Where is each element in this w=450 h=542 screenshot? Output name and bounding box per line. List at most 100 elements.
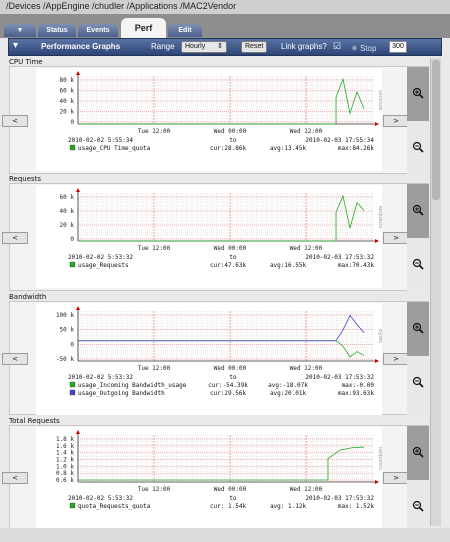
total-requests-graph[interactable]: 1.8 k 1.6 k 1.4 k 1.2 k 1.0 k 0.8 k 0.6 k Tue 1…: [36, 427, 382, 530]
legend-cur: cur:29.56k: [210, 390, 247, 397]
x-tick-label: Wed 12:00: [290, 245, 323, 252]
bandwidth-zoom-out-button[interactable]: [407, 356, 429, 410]
legend-swatch: [69, 144, 76, 151]
x-tick-label: Tue 12:00: [138, 486, 171, 493]
tab-events[interactable]: Events: [78, 24, 118, 37]
tab-bar: ▼ Status Events Perf Edit: [0, 14, 450, 38]
reset-button[interactable]: Reset: [241, 41, 268, 53]
select-arrows-icon: ⇕: [217, 43, 223, 50]
x-axis-arrow: [375, 122, 379, 126]
y-axis-arrow: [76, 430, 80, 434]
y-tick-label: 0: [70, 341, 74, 348]
requests-graph-panel: < >60 k 40 k 20 k 0 Tue 12:00 Wed 00:00 Wed 12:…: [2, 183, 429, 292]
range-end-text: 2010-02-03 17:55:34: [305, 137, 374, 144]
total-requests-zoom-in-button[interactable]: [407, 426, 429, 480]
tab-status[interactable]: Status: [38, 24, 76, 37]
legend-avg: avg:13.45k: [270, 145, 307, 152]
zoom-in-icon: [412, 87, 424, 99]
requests-zoom-controls: [407, 184, 429, 292]
range-select[interactable]: Hourly ⇕: [181, 41, 227, 53]
range-end-text: 2010-02-03 17:53:32: [305, 495, 374, 502]
legend-cur: cur:47.63k: [210, 262, 247, 269]
range-start-text: 2010-02-02 5:53:32: [68, 374, 133, 381]
scroll-thumb[interactable]: [432, 60, 440, 200]
x-tick-label: Tue 12:00: [138, 128, 171, 135]
cpu-time-graph[interactable]: 80 k 60 k 40 k 20 k 0 Tue 12:00 Wed 00:00 Wed 1…: [36, 68, 382, 171]
cpu-time-graph-panel: < >80 k 60 k 40 k 20 k 0 Tue 12:00 Wed 00:00 Wed…: [2, 66, 429, 175]
y-axis-arrow: [76, 306, 80, 310]
requests-prev-button[interactable]: <: [2, 232, 28, 244]
bandwidth-graph-panel: < >100 k 50 k 0 -50 k Tue 12:00 Wed 00:00 Wed 1…: [2, 301, 429, 416]
range-end-text: 2010-02-03 17:53:32: [305, 374, 374, 381]
requests-next-button[interactable]: >: [383, 232, 409, 244]
total-requests-next-button[interactable]: >: [383, 472, 409, 484]
cpu-time-section-title: CPU Time: [9, 58, 43, 66]
range-select-value: Hourly: [185, 43, 206, 50]
cpu-time-zoom-controls: [407, 67, 429, 175]
legend-max: max:70.43k: [338, 262, 375, 269]
x-tick-label: Wed 00:00: [214, 128, 247, 135]
bandwidth-zoom-in-button[interactable]: [407, 302, 429, 356]
y-tick-label: 80 k: [60, 77, 75, 84]
plot-area: [78, 435, 374, 482]
range-start-text: 2010-02-02 5:53:32: [68, 495, 133, 502]
zoom-out-icon: [412, 500, 424, 512]
y-tick-label: 50 k: [60, 327, 75, 334]
range-start-text: 2010-02-02 5:55:34: [68, 137, 133, 144]
y-tick-label: 40 k: [60, 208, 75, 215]
stop-label: Stop: [359, 44, 377, 53]
legend-max: max:-0.00: [341, 382, 374, 389]
x-axis-arrow: [375, 480, 379, 484]
legend-cur: cur: 1.54k: [210, 503, 247, 510]
requests-graph-svg: 60 k 40 k 20 k 0 Tue 12:00 Wed 00:00 Wed 12:00…: [60, 188, 382, 269]
y-tick-label: 20 k: [60, 222, 75, 229]
y-tick-label: 20 k: [60, 109, 75, 116]
tab-edit[interactable]: Edit: [168, 24, 202, 37]
performance-toolbar: ▾ Performance Graphs Range Hourly ⇕ Rese…: [8, 38, 442, 56]
legend-avg: avg:16.55k: [270, 262, 307, 269]
x-tick-label: Wed 12:00: [290, 365, 323, 372]
cpu-time-zoom-in-button[interactable]: [407, 67, 429, 121]
breadcrumb[interactable]: /Devices /AppEngine /chudler /Applicatio…: [0, 0, 450, 14]
legend-max: max:84.26k: [338, 145, 375, 152]
refresh-interval-input[interactable]: 300: [389, 41, 407, 53]
stop-button[interactable]: ✳ Stop: [351, 44, 376, 53]
performance-graphs-title: Performance Graphs: [41, 42, 121, 51]
y-tick-label: 0: [70, 236, 74, 243]
vertical-unit-label: Requests: [377, 447, 382, 470]
total-requests-zoom-out-button[interactable]: [407, 480, 429, 534]
requests-zoom-out-button[interactable]: [407, 238, 429, 292]
total-requests-prev-button[interactable]: <: [2, 472, 28, 484]
total-requests-graph-panel: < >1.8 k 1.6 k 1.4 k 1.2 k 1.0 k 0.8 k 0.6 k Tue…: [2, 425, 429, 530]
legend-avg: avg: 1.12k: [270, 503, 307, 510]
y-tick-label: 60 k: [60, 194, 75, 201]
cpu-time-next-button[interactable]: >: [383, 115, 409, 127]
cpu-time-zoom-out-button[interactable]: [407, 121, 429, 175]
cpu-time-prev-button[interactable]: <: [2, 115, 28, 127]
tab-menu-arrow[interactable]: ▼: [4, 24, 36, 37]
bandwidth-next-button[interactable]: >: [383, 353, 409, 365]
y-tick-label: 0.6 k: [56, 477, 74, 484]
link-graphs-checkbox[interactable]: ☑: [333, 41, 341, 52]
toolbar-menu-arrow-icon[interactable]: ▾: [13, 40, 18, 51]
x-tick-label: Wed 00:00: [214, 365, 247, 372]
vertical-scrollbar[interactable]: [430, 58, 441, 526]
range-to-text: to: [229, 254, 237, 261]
legend-max: max: 1.52k: [338, 503, 375, 510]
bandwidth-prev-button[interactable]: <: [2, 353, 28, 365]
legend-name: usage_Incoming Bandwidth_usage: [78, 382, 187, 389]
vertical-unit-label: Requests: [377, 206, 382, 229]
status-footer: [0, 528, 450, 542]
requests-zoom-in-button[interactable]: [407, 184, 429, 238]
range-to-text: to: [229, 495, 237, 502]
bandwidth-graph[interactable]: 100 k 50 k 0 -50 k Tue 12:00 Wed 00:00 Wed 12:…: [36, 303, 382, 415]
bandwidth-zoom-controls: [407, 302, 429, 416]
plot-area: [78, 311, 374, 361]
x-tick-label: Wed 00:00: [214, 245, 247, 252]
legend-cur: cur:28.86k: [210, 145, 247, 152]
tab-perf[interactable]: Perf: [121, 18, 166, 38]
legend-cur: cur:-54.39k: [208, 382, 248, 389]
y-axis-arrow: [76, 188, 80, 192]
requests-graph[interactable]: 60 k 40 k 20 k 0 Tue 12:00 Wed 00:00 Wed 12:00…: [36, 185, 382, 288]
zoom-in-icon: [412, 204, 424, 216]
